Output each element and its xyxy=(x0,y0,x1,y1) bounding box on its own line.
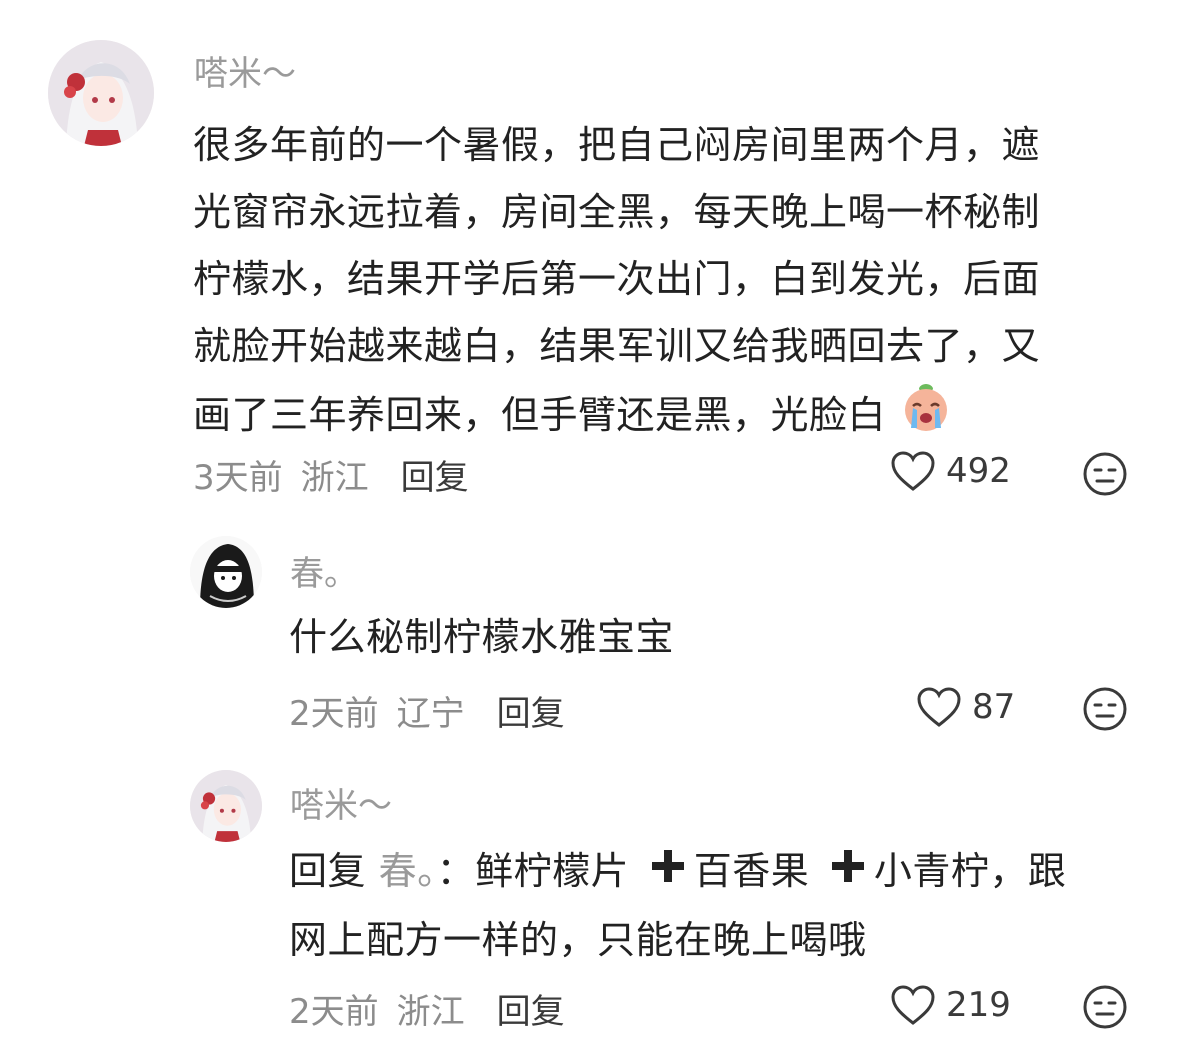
plus-icon xyxy=(648,840,688,907)
heart-icon xyxy=(891,451,935,491)
reply-to-username[interactable]: 春。 xyxy=(379,849,437,893)
comment-line: 就脸开始越来越白，结果军训又给我晒回去了，又 xyxy=(193,324,1041,368)
comment-line: 网上配方一样的，只能在晚上喝哦 xyxy=(289,918,867,962)
comment-text: 很多年前的一个暑假，把自己闷房间里两个月，遮 光窗帘永远拉着，房间全黑，每天晚上… xyxy=(193,112,1040,455)
comment-username[interactable]: 嗒米～ xyxy=(194,46,296,95)
comment-time: 2天前 xyxy=(289,694,379,734)
comment-location: 浙江 xyxy=(396,992,465,1032)
comment-line: 回复 春。：鲜柠檬片 百香果 小青柠，跟 xyxy=(289,838,1066,907)
comment-line: 什么秘制柠檬水雅宝宝 xyxy=(289,615,675,659)
reply-button[interactable]: 回复 xyxy=(401,450,469,499)
comment-username[interactable]: 春。 xyxy=(290,546,358,595)
reply-button[interactable]: 回复 xyxy=(497,686,565,735)
comment-username[interactable]: 嗒米～ xyxy=(290,778,392,827)
comment-line-segment: 鲜柠檬片 xyxy=(475,849,630,893)
like-button[interactable]: 492 xyxy=(890,450,1011,492)
comment-location: 辽宁 xyxy=(396,694,465,734)
comment-line: 画了三年养回来，但手臂还是黑，光脸白 xyxy=(193,380,1040,455)
like-button[interactable]: 87 xyxy=(916,686,1015,728)
reaction-emoji-icon[interactable] xyxy=(1082,686,1128,736)
comment-time: 3天前 xyxy=(193,458,283,498)
like-button[interactable]: 219 xyxy=(890,984,1011,1026)
like-count: 492 xyxy=(946,451,1011,491)
comment-meta: 3天前 浙江 回复 xyxy=(193,450,469,499)
heart-icon xyxy=(891,985,935,1025)
comment-line: 很多年前的一个暑假，把自己闷房间里两个月，遮 xyxy=(193,123,1041,167)
comment-location: 浙江 xyxy=(300,458,369,498)
like-count: 219 xyxy=(946,985,1011,1025)
avatar[interactable] xyxy=(48,40,154,146)
comment-text: 什么秘制柠檬水雅宝宝 xyxy=(289,604,674,671)
avatar[interactable] xyxy=(190,770,262,842)
comment-line-segment: 百香果 xyxy=(693,849,810,893)
comment-line: 柠檬水，结果开学后第一次出门，白到发光，后面 xyxy=(193,257,1041,301)
comment-meta: 2天前 浙江 回复 xyxy=(289,984,565,1033)
avatar[interactable] xyxy=(190,536,262,608)
reply-prefix: 回复 xyxy=(289,849,367,893)
comment-line: 光窗帘永远拉着，房间全黑，每天晚上喝一杯秘制 xyxy=(193,190,1041,234)
reply-colon: ： xyxy=(436,849,476,893)
heart-icon xyxy=(917,687,961,727)
reaction-emoji-icon[interactable] xyxy=(1082,984,1128,1034)
reaction-emoji-icon[interactable] xyxy=(1082,451,1128,501)
reply-button[interactable]: 回复 xyxy=(497,984,565,1033)
comment-text: 回复 春。：鲜柠檬片 百香果 小青柠，跟 网上配方一样的，只能在晚上喝哦 xyxy=(289,838,1066,974)
comment-time: 2天前 xyxy=(289,992,379,1032)
comment-line-text: 画了三年养回来，但手臂还是黑，光脸白 xyxy=(193,393,887,437)
comment-meta: 2天前 辽宁 回复 xyxy=(289,686,565,735)
crying-face-emoji xyxy=(899,380,953,455)
comment-line-segment: 小青柠，跟 xyxy=(873,849,1067,893)
like-count: 87 xyxy=(972,687,1016,727)
plus-icon xyxy=(828,840,868,907)
